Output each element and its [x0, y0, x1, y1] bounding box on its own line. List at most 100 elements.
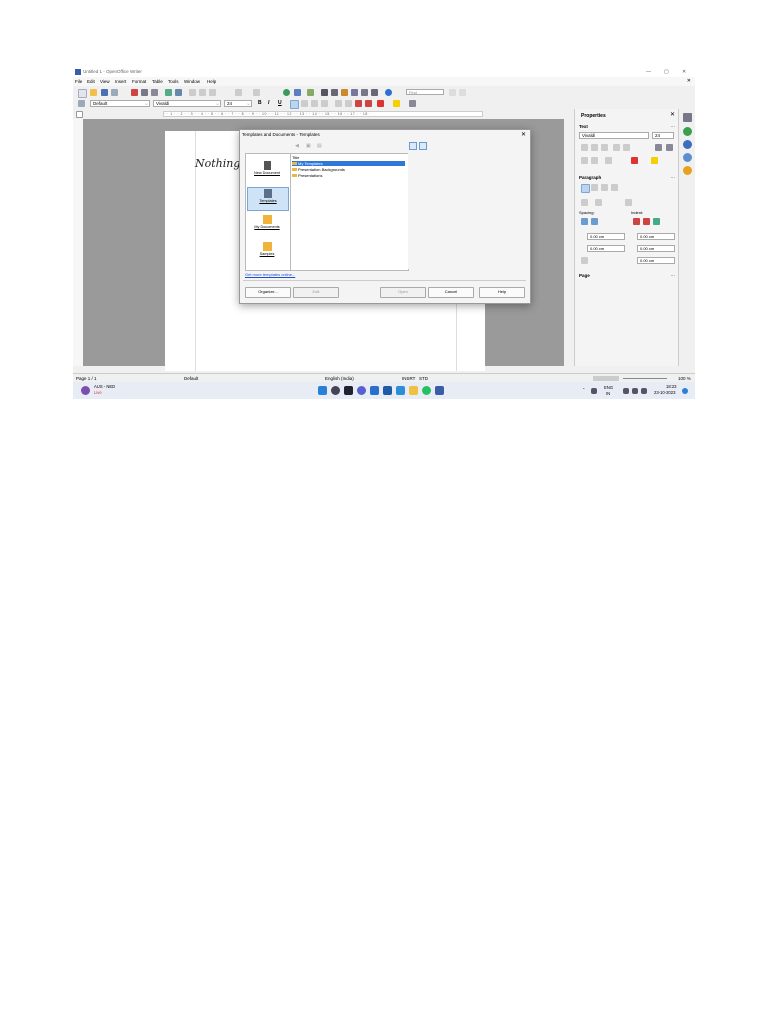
above-spacing-spin[interactable]: 0.00 cm: [587, 233, 625, 240]
organize-button[interactable]: Organize...: [245, 287, 291, 298]
line-spacing-icon[interactable]: [581, 257, 588, 264]
italic-icon[interactable]: [591, 144, 598, 151]
vertical-scrollbar[interactable]: [564, 119, 574, 366]
font-color-icon[interactable]: [631, 157, 638, 164]
after-indent-spin[interactable]: 0.00 cm: [637, 245, 675, 252]
menu-help[interactable]: Help: [207, 79, 216, 84]
open-icon[interactable]: [90, 89, 97, 96]
close-window-button[interactable]: ✕: [682, 69, 686, 75]
chat-icon[interactable]: [357, 386, 366, 395]
close-document-icon[interactable]: ✕: [687, 78, 691, 84]
category-samples[interactable]: Samples: [247, 241, 287, 263]
paragraph-background-icon[interactable]: [625, 199, 632, 206]
language[interactable]: English (India): [325, 376, 354, 381]
italic-button[interactable]: I: [268, 100, 269, 106]
network-tray-icon[interactable]: [591, 388, 597, 394]
font-size-combo[interactable]: 24 ⌵: [224, 100, 252, 107]
underline-button[interactable]: U: [278, 100, 282, 106]
menu-icon[interactable]: [683, 113, 692, 122]
document-preview-icon[interactable]: [409, 142, 417, 150]
search-icon[interactable]: [331, 386, 340, 395]
page-preview-icon[interactable]: [151, 89, 158, 96]
align-right-icon[interactable]: [601, 184, 608, 191]
find-previous-icon[interactable]: [449, 89, 456, 96]
save-icon[interactable]: [101, 89, 108, 96]
menu-format[interactable]: Format: [132, 79, 146, 84]
clock-time[interactable]: 18:23: [666, 384, 676, 389]
highlight-icon[interactable]: [651, 157, 658, 164]
sidebar-close-button[interactable]: ✕: [670, 111, 675, 118]
back-icon[interactable]: ◀: [295, 143, 299, 149]
find-replace-icon[interactable]: [321, 89, 328, 96]
increase-indent-icon[interactable]: [633, 218, 640, 225]
more-options-icon[interactable]: ⋯: [671, 273, 676, 279]
notification-icon[interactable]: [682, 388, 688, 394]
folder-up-icon[interactable]: ▣: [306, 143, 311, 149]
find-input[interactable]: Find: [406, 89, 444, 95]
menu-insert[interactable]: Insert: [115, 79, 126, 84]
weather-title[interactable]: AUS - NED: [94, 384, 115, 389]
zoom-level[interactable]: 100 %: [678, 376, 691, 381]
find-next-icon[interactable]: [459, 89, 466, 96]
paragraph-style-combo[interactable]: Default ⌵: [90, 100, 150, 107]
shrink-font-icon[interactable]: [666, 144, 673, 151]
email-icon[interactable]: [111, 89, 118, 96]
battery-icon[interactable]: [641, 388, 647, 394]
justify-icon[interactable]: [611, 184, 618, 191]
superscript-icon[interactable]: [581, 157, 588, 164]
subscript-icon[interactable]: [591, 157, 598, 164]
edge-icon[interactable]: [370, 386, 379, 395]
menu-window[interactable]: Window: [184, 79, 200, 84]
gallery-icon[interactable]: [683, 153, 692, 162]
page-style[interactable]: Default: [184, 376, 198, 381]
new-icon[interactable]: [78, 89, 87, 98]
strikethrough-icon[interactable]: [613, 144, 620, 151]
gallery-icon[interactable]: [341, 89, 348, 96]
minimize-button[interactable]: —: [646, 69, 651, 75]
dialog-close-button[interactable]: ✕: [521, 131, 526, 138]
selection-mode[interactable]: STD: [419, 376, 428, 381]
language-top[interactable]: ENG: [604, 385, 613, 390]
align-center-icon[interactable]: [301, 100, 308, 107]
align-left-icon[interactable]: [290, 100, 299, 109]
cancel-button[interactable]: Cancel: [428, 287, 474, 298]
menu-tools[interactable]: Tools: [168, 79, 179, 84]
print-icon[interactable]: ▤: [317, 143, 322, 149]
help-button[interactable]: Help: [479, 287, 525, 298]
bold-button[interactable]: B: [258, 100, 262, 106]
paste-icon[interactable]: [209, 89, 216, 96]
properties-icon[interactable]: [683, 127, 692, 136]
menu-edit[interactable]: Edit: [87, 79, 95, 84]
insert-mode[interactable]: INSRT: [402, 376, 415, 381]
navigator-icon[interactable]: [331, 89, 338, 96]
get-more-templates-link[interactable]: Get more templates online...: [245, 272, 295, 277]
horizontal-ruler[interactable]: · · 1 · · 2 · · 3 · · 4 · · 5 · · 6 · · …: [163, 111, 483, 117]
data-sources-icon[interactable]: [351, 89, 358, 96]
file-explorer-icon[interactable]: [409, 386, 418, 395]
numbering-icon[interactable]: [335, 100, 342, 107]
edit-button[interactable]: Edit: [293, 287, 339, 298]
below-spacing-spin[interactable]: 0.00 cm: [587, 245, 625, 252]
sidebar-size-combo[interactable]: 24: [652, 132, 674, 139]
openoffice-writer-icon[interactable]: [435, 386, 444, 395]
shadow-icon[interactable]: [623, 144, 630, 151]
tree-item[interactable]: My Templates: [292, 161, 405, 166]
maximize-button[interactable]: ▢: [664, 69, 669, 75]
menu-file[interactable]: File: [75, 79, 82, 84]
volume-icon[interactable]: [632, 388, 638, 394]
increase-indent-icon[interactable]: [365, 100, 372, 107]
justify-icon[interactable]: [321, 100, 328, 107]
print-icon[interactable]: [141, 89, 148, 96]
formatting-marks-icon[interactable]: [361, 89, 368, 96]
navigator-icon[interactable]: [683, 166, 692, 175]
decrease-indent-icon[interactable]: [643, 218, 650, 225]
hyperlink-icon[interactable]: [283, 89, 290, 96]
grow-font-icon[interactable]: [655, 144, 662, 151]
copy-icon[interactable]: [199, 89, 206, 96]
spellcheck-icon[interactable]: [165, 89, 172, 96]
align-right-icon[interactable]: [311, 100, 318, 107]
first-line-indent-spin[interactable]: 0.00 cm: [637, 257, 675, 264]
bullets-icon[interactable]: [345, 100, 352, 107]
category-templates[interactable]: Templates: [247, 187, 289, 211]
underline-icon[interactable]: [601, 144, 608, 151]
